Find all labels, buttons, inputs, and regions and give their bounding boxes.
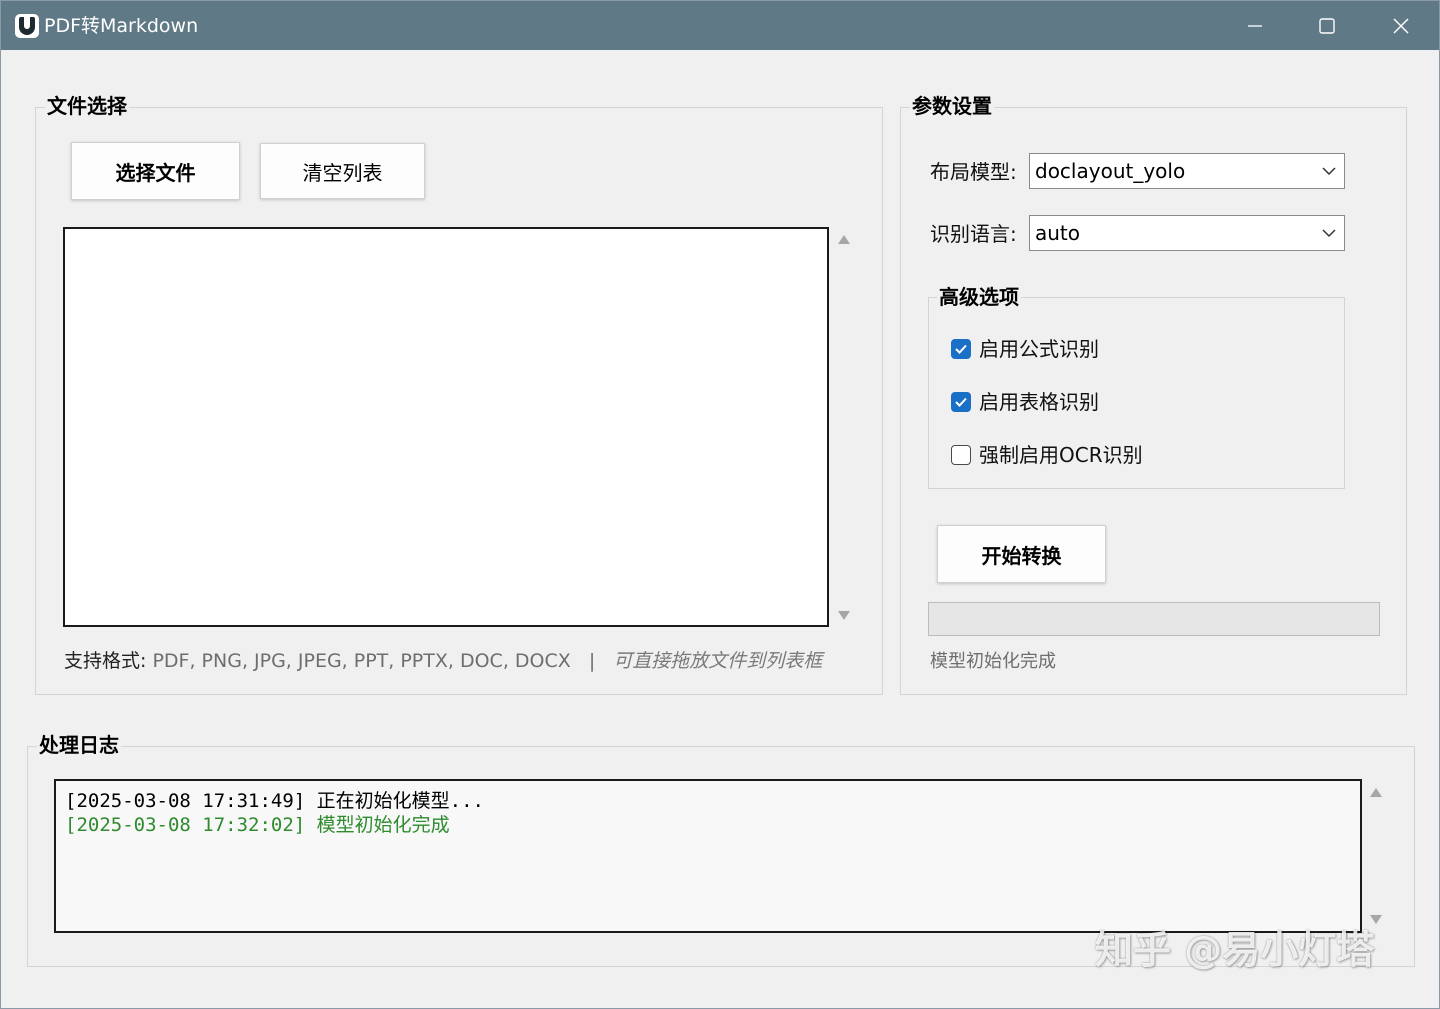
language-label: 识别语言:	[930, 222, 1017, 246]
conversion-progress-bar	[928, 602, 1380, 636]
minimize-button[interactable]	[1219, 1, 1291, 50]
file-selection-title: 文件选择	[45, 94, 129, 118]
maximize-icon	[1319, 17, 1335, 34]
table-recognition-checkbox[interactable]: 启用表格识别	[951, 390, 1099, 414]
log-entry: [2025-03-08 17:31:49] 正在初始化模型...	[65, 790, 484, 812]
language-value: auto	[1035, 221, 1081, 245]
checkbox-unchecked-icon[interactable]	[951, 445, 971, 465]
language-select[interactable]: auto	[1029, 215, 1345, 251]
force-ocr-checkbox[interactable]: 强制启用OCR识别	[951, 443, 1143, 467]
select-file-button[interactable]: 选择文件	[71, 142, 240, 200]
app-window: PDF转Markdown 文件选择 选择文件 清空列表 支持格式: PDF, P…	[0, 0, 1440, 1009]
window-title: PDF转Markdown	[44, 15, 199, 37]
layout-model-label: 布局模型:	[930, 160, 1017, 184]
hint-separator: |	[588, 650, 596, 672]
status-text: 模型初始化完成	[930, 651, 1056, 672]
layout-model-select[interactable]: doclayout_yolo	[1029, 153, 1345, 189]
formats-label: 支持格式:	[64, 650, 147, 672]
start-conversion-button[interactable]: 开始转换	[937, 525, 1106, 583]
maximize-button[interactable]	[1291, 1, 1363, 50]
watermark: 知乎 @易小灯塔	[1095, 928, 1375, 972]
log-scroll-down-icon[interactable]	[1370, 915, 1382, 924]
file-list-scroll-down-icon[interactable]	[838, 611, 850, 620]
advanced-options-title: 高级选项	[937, 285, 1021, 309]
drag-drop-hint: 可直接拖放文件到列表框	[613, 650, 823, 672]
app-logo-icon	[15, 14, 39, 38]
close-button[interactable]	[1365, 1, 1437, 50]
log-title: 处理日志	[37, 733, 121, 757]
force-ocr-label: 强制启用OCR识别	[979, 443, 1143, 467]
checkbox-checked-icon[interactable]	[951, 392, 971, 412]
chevron-down-icon	[1322, 229, 1336, 238]
supported-formats-hint: 支持格式: PDF, PNG, JPG, JPEG, PPT, PPTX, DO…	[64, 649, 822, 673]
log-entry: [2025-03-08 17:32:02] 模型初始化完成	[65, 814, 450, 836]
title-bar[interactable]: PDF转Markdown	[1, 1, 1439, 50]
minimize-icon	[1248, 24, 1262, 27]
table-recognition-label: 启用表格识别	[979, 390, 1099, 414]
log-scroll-up-icon[interactable]	[1370, 788, 1382, 797]
parameters-title: 参数设置	[910, 94, 994, 118]
file-list-scroll-up-icon[interactable]	[838, 235, 850, 244]
formats-value: PDF, PNG, JPG, JPEG, PPT, PPTX, DOC, DOC…	[152, 650, 571, 672]
chevron-down-icon	[1322, 167, 1336, 176]
file-list[interactable]	[63, 227, 829, 627]
formula-recognition-checkbox[interactable]: 启用公式识别	[951, 337, 1099, 361]
checkbox-checked-icon[interactable]	[951, 339, 971, 359]
clear-list-button[interactable]: 清空列表	[260, 143, 425, 199]
layout-model-value: doclayout_yolo	[1035, 159, 1186, 183]
log-textbox[interactable]: [2025-03-08 17:31:49] 正在初始化模型... [2025-0…	[54, 779, 1362, 933]
formula-recognition-label: 启用公式识别	[979, 337, 1099, 361]
close-icon	[1393, 17, 1409, 34]
